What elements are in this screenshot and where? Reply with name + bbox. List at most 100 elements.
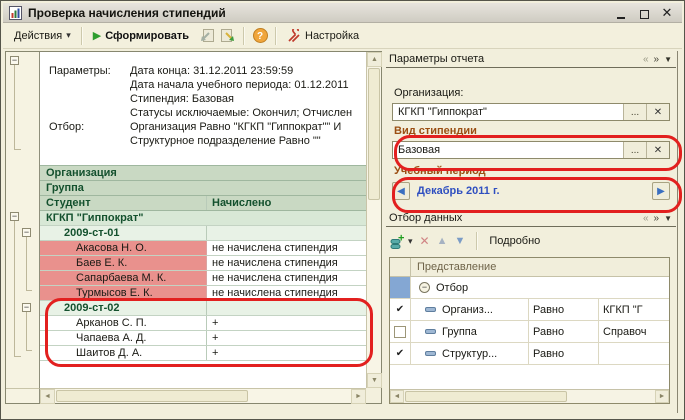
collapse-right-icon[interactable]: » xyxy=(654,54,660,65)
close-button[interactable]: ✕ xyxy=(661,7,673,19)
collapse-group-icon[interactable]: − xyxy=(419,282,430,293)
band-organization[interactable]: Организация xyxy=(40,166,366,181)
checked-icon[interactable]: ✔ xyxy=(396,304,404,315)
param-line: Статусы исключаемые: Окончил; Отчислен xyxy=(130,106,366,120)
scroll-right-icon[interactable]: ► xyxy=(351,389,366,404)
selection-row-organization[interactable]: ✔ Организ... Равно КГКП "Г xyxy=(390,299,669,321)
settings-button[interactable]: Настройка xyxy=(281,27,365,45)
student-row[interactable]: Шаитов Д. А. + xyxy=(40,346,366,361)
settings-label: Настройка xyxy=(305,30,359,42)
minimize-icon xyxy=(617,17,625,19)
scholarship-kind-field[interactable]: Базовая ... ✕ xyxy=(392,141,670,159)
clear-icon[interactable]: ✕ xyxy=(646,142,669,158)
settings-tool-icon xyxy=(287,29,301,43)
unchecked-checkbox[interactable] xyxy=(394,326,406,338)
expander-group-1[interactable]: − xyxy=(22,228,31,237)
collapse-left-icon[interactable]: « xyxy=(643,213,649,224)
student-row[interactable]: Акасова Н. О. не начислена стипендия xyxy=(40,241,366,256)
vertical-scroll-thumb[interactable] xyxy=(368,68,380,200)
move-down-button[interactable]: ▼ xyxy=(454,235,465,247)
scholarship-kind-label: Вид стипендии xyxy=(394,125,477,137)
choose-icon[interactable]: ... xyxy=(623,104,646,120)
scrollbar-corner xyxy=(366,388,381,403)
panel-menu-icon[interactable]: ▼ xyxy=(664,55,672,64)
horizontal-scroll-thumb[interactable] xyxy=(56,390,248,402)
save-values-icon xyxy=(220,28,237,44)
student-row[interactable]: Турмысов Е. К. не начислена стипендия xyxy=(40,286,366,301)
collapse-right-icon[interactable]: » xyxy=(654,213,660,224)
save-values-button[interactable] xyxy=(217,26,239,46)
scroll-up-icon[interactable]: ▲ xyxy=(367,52,382,67)
clear-icon[interactable]: ✕ xyxy=(646,104,669,120)
expander-organization[interactable]: − xyxy=(10,212,19,221)
collapse-left-icon[interactable]: « xyxy=(643,54,649,65)
add-condition-icon: + xyxy=(390,233,406,249)
group-row-2[interactable]: 2009-ст-02 xyxy=(40,301,366,316)
selection-group-label: Отбор xyxy=(436,282,468,294)
filter-line: Структурное подразделение Равно "" xyxy=(130,134,366,148)
delete-condition-button[interactable]: ✕ xyxy=(420,234,430,248)
group-row-1[interactable]: 2009-ст-01 xyxy=(40,226,366,241)
panel-menu-icon[interactable]: ▼ xyxy=(664,214,672,223)
dropdown-icon: ▾ xyxy=(66,30,71,41)
field-icon xyxy=(425,351,436,356)
report-panel: − − − − Параметры:Дата конца: 31.12.2011… xyxy=(5,51,382,404)
period-value[interactable]: Декабрь 2011 г. xyxy=(417,185,500,197)
generate-button[interactable]: ▶ Сформировать xyxy=(87,27,195,44)
expander-group-2[interactable]: − xyxy=(22,303,31,312)
student-row[interactable]: Арканов С. П. + xyxy=(40,316,366,331)
scroll-down-icon[interactable]: ▼ xyxy=(367,373,382,388)
help-button[interactable]: ? xyxy=(249,26,271,46)
add-condition-button[interactable]: + ▾ xyxy=(390,233,413,249)
choose-icon[interactable]: ... xyxy=(623,142,646,158)
maximize-button[interactable] xyxy=(638,7,650,19)
representation-header: Представление xyxy=(411,261,669,273)
scroll-left-icon[interactable]: ◄ xyxy=(390,390,404,403)
report-vertical-scrollbar[interactable]: ▲ ▼ xyxy=(366,52,381,388)
window-title: Проверка начисления стипендий xyxy=(28,6,226,20)
actions-menu-button[interactable]: Действия ▾ xyxy=(8,28,77,44)
report-sheet: Параметры:Дата конца: 31.12.2011 23:59:5… xyxy=(40,52,366,388)
selection-row-structure[interactable]: ✔ Структур... Равно xyxy=(390,343,669,365)
student-status: + xyxy=(207,346,366,360)
main-toolbar: Действия ▾ ▶ Сформировать ? xyxy=(3,23,682,49)
checked-icon[interactable]: ✔ xyxy=(396,348,404,359)
tree-line xyxy=(15,149,21,150)
next-period-button[interactable]: ▶ xyxy=(652,182,670,200)
expander-params[interactable]: − xyxy=(10,56,19,65)
student-row[interactable]: Баев Е. К. не начислена стипендия xyxy=(40,256,366,271)
student-status: не начислена стипендия xyxy=(207,271,366,285)
svg-text:+: + xyxy=(398,233,404,245)
condition: Равно xyxy=(529,299,599,320)
restore-values-button[interactable] xyxy=(195,26,217,46)
column-headers[interactable]: Студент Начислено xyxy=(40,196,366,211)
selection-row-group[interactable]: Группа Равно Справоч xyxy=(390,321,669,343)
param-line: Дата конца: 31.12.2011 23:59:59 xyxy=(130,64,366,78)
generate-label: Сформировать xyxy=(105,30,189,42)
tree-line xyxy=(15,356,21,357)
restore-values-icon xyxy=(198,28,215,44)
current-row-marker xyxy=(390,277,411,298)
move-up-button[interactable]: ▲ xyxy=(437,235,448,247)
organization-label: Организация: xyxy=(394,87,463,99)
horizontal-scroll-thumb[interactable] xyxy=(405,391,567,402)
minimize-button[interactable] xyxy=(615,7,627,19)
prev-period-button[interactable]: ◀ xyxy=(392,182,410,200)
selection-horizontal-scrollbar[interactable]: ◄ ► xyxy=(390,389,669,403)
scroll-left-icon[interactable]: ◄ xyxy=(40,389,55,404)
student-row[interactable]: Сапарбаева М. К. не начислена стипендия xyxy=(40,271,366,286)
detail-button[interactable]: Подробно xyxy=(489,235,540,247)
report-horizontal-scrollbar[interactable]: ◄ ► xyxy=(40,388,366,403)
organization-field[interactable]: КГКП "Гиппократ" ... ✕ xyxy=(392,103,670,121)
param-line: Стипендия: Базовая xyxy=(130,92,366,106)
selection-group-row[interactable]: − Отбор xyxy=(390,277,669,299)
section-title: Отбор данных xyxy=(389,212,643,224)
report-table: Организация Группа Студент Начислено КГК… xyxy=(40,165,366,361)
data-selection-section-header: Отбор данных « » ▼ xyxy=(386,210,676,227)
band-group[interactable]: Группа xyxy=(40,181,366,196)
organization-row[interactable]: КГКП "Гиппократ" xyxy=(40,211,366,226)
scroll-right-icon[interactable]: ► xyxy=(655,390,669,403)
student-name: Чапаева А. Д. xyxy=(40,331,207,345)
student-row[interactable]: Чапаева А. Д. + xyxy=(40,331,366,346)
tree-line xyxy=(27,350,32,351)
